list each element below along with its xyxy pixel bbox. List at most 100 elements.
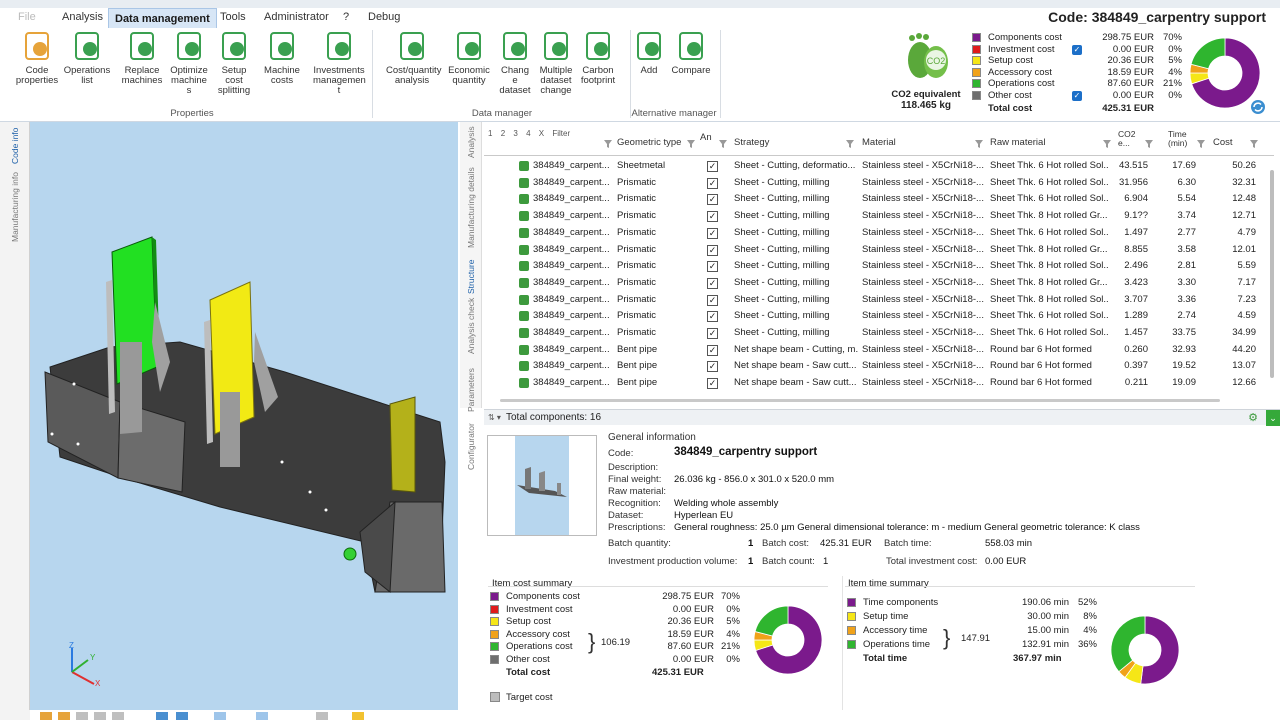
table-row[interactable]: 384849_carpent... Prismatic Sheet - Cuttin…	[484, 325, 1274, 342]
col-an[interactable]: An	[700, 132, 712, 143]
tab-analysis[interactable]: Analysis	[466, 126, 476, 158]
tab-analysis-check[interactable]: Analysis check	[466, 298, 476, 354]
carbon-footprint-button[interactable]: Carbon footprint	[572, 28, 624, 86]
camera-icon[interactable]	[316, 712, 328, 720]
operations-list-button[interactable]: Operations list	[61, 28, 113, 86]
batch-quantity-value[interactable]: 1	[748, 538, 753, 549]
table-row[interactable]: 384849_carpent... Prismatic Sheet - Cuttin…	[484, 275, 1274, 292]
refresh-icon[interactable]	[1249, 98, 1267, 116]
table-row[interactable]: 384849_carpent... Prismatic Sheet - Cuttin…	[484, 208, 1274, 225]
col-geometric-type[interactable]: Geometric type	[617, 137, 681, 148]
setup-cost-button[interactable]: Setup cost splitting	[208, 28, 260, 96]
filter-icon[interactable]	[1197, 140, 1205, 148]
col-material[interactable]: Material	[862, 137, 896, 148]
view-top-icon[interactable]	[76, 712, 88, 720]
table-row[interactable]: 384849_carpent... Prismatic Sheet - Cuttin…	[484, 175, 1274, 192]
level-2-button[interactable]: 2	[501, 129, 505, 138]
table-row[interactable]: 384849_carpent... Bent pipe Net shape beam…	[484, 342, 1274, 359]
table-row[interactable]: 384849_carpent... Prismatic Sheet - Cuttin…	[484, 292, 1274, 309]
filter-icon[interactable]	[1103, 140, 1111, 148]
tab-manufacturing-details[interactable]: Manufacturing details	[466, 167, 476, 248]
analysis-checkbox[interactable]: ✓	[707, 194, 718, 206]
analysis-checkbox[interactable]: ✓	[707, 261, 718, 273]
analysis-checkbox[interactable]: ✓	[707, 227, 718, 239]
measure-icon[interactable]	[256, 712, 268, 720]
analysis-checkbox[interactable]: ✓	[707, 344, 718, 356]
filter-icon[interactable]	[604, 140, 612, 148]
menu-analysis[interactable]: Analysis	[62, 11, 103, 23]
replace-machines-button[interactable]: Replace machines	[116, 28, 168, 86]
collapse-icon[interactable]: ⌄	[1266, 410, 1280, 426]
filter-icon[interactable]	[687, 140, 695, 148]
grid-scrollbar[interactable]	[1270, 170, 1274, 378]
section-icon[interactable]	[214, 712, 226, 720]
table-row[interactable]: 384849_carpent... Prismatic Sheet - Cuttin…	[484, 242, 1274, 259]
view-cube-icon[interactable]	[40, 712, 52, 720]
legend-checkbox[interactable]: ✓	[1072, 91, 1082, 101]
legend-checkbox[interactable]: ✓	[1072, 44, 1082, 55]
3d-viewport[interactable]: Z Y X	[30, 122, 458, 710]
investment-volume-value[interactable]: 1	[748, 556, 753, 567]
analysis-checkbox[interactable]: ✓	[707, 211, 718, 223]
settings-icon[interactable]: ⚙	[1248, 410, 1258, 426]
target-cost-label[interactable]: Target cost	[506, 692, 552, 703]
tab-code-info[interactable]: Code info	[10, 128, 20, 164]
table-row[interactable]: 384849_carpent... Prismatic Sheet - Cuttin…	[484, 191, 1274, 208]
analysis-checkbox[interactable]: ✓	[707, 361, 718, 373]
table-row[interactable]: 384849_carpent... Sheetmetal Sheet - Cutti…	[484, 158, 1274, 175]
expand-icon[interactable]: ⇅ ▾	[488, 410, 501, 426]
analysis-checkbox[interactable]: ✓	[707, 378, 718, 390]
filter-icon[interactable]	[1250, 140, 1258, 148]
shading-icon[interactable]	[156, 712, 168, 720]
view-front-icon[interactable]	[58, 712, 70, 720]
menu-administrator[interactable]: Administrator	[264, 11, 329, 23]
level-x-button[interactable]: X	[539, 129, 544, 138]
analysis-checkbox[interactable]: ✓	[707, 294, 718, 306]
table-row[interactable]: 384849_carpent... Prismatic Sheet - Cuttin…	[484, 308, 1274, 325]
col-strategy[interactable]: Strategy	[734, 137, 769, 148]
analysis-checkbox[interactable]: ✓	[707, 244, 718, 256]
tab-manufacturing-info[interactable]: Manufacturing info	[10, 172, 20, 242]
col-time[interactable]: Time (min)	[1168, 130, 1187, 148]
level-3-button[interactable]: 3	[513, 129, 517, 138]
table-row[interactable]: 384849_carpent... Prismatic Sheet - Cuttin…	[484, 225, 1274, 242]
view-side-icon[interactable]	[94, 712, 106, 720]
col-cost[interactable]: Cost	[1213, 137, 1233, 148]
grid-hscrollbar[interactable]	[500, 399, 1220, 402]
analysis-checkbox[interactable]: ✓	[707, 161, 718, 172]
level-1-button[interactable]: 1	[488, 129, 492, 138]
tab-parameters[interactable]: Parameters	[466, 368, 476, 412]
machine-costs-button[interactable]: Machine costs	[256, 28, 308, 86]
investments-button[interactable]: Investments managemen t	[313, 28, 366, 96]
level-4-button[interactable]: 4	[526, 129, 530, 138]
economic-quantity-button[interactable]: Economic quantity	[443, 28, 495, 86]
filter-button[interactable]: Filter	[552, 129, 570, 138]
filter-icon[interactable]	[719, 140, 727, 148]
table-row[interactable]: 384849_carpent... Prismatic Sheet - Cuttin…	[484, 258, 1274, 275]
analysis-checkbox[interactable]: ✓	[707, 277, 718, 289]
analysis-checkbox[interactable]: ✓	[707, 311, 718, 323]
wireframe-icon[interactable]	[176, 712, 188, 720]
filter-icon[interactable]	[1145, 140, 1153, 148]
tab-configurator[interactable]: Configurator	[466, 423, 476, 470]
cost-quantity-button[interactable]: Cost/quantity analysis	[386, 28, 441, 86]
cell-code: 384849_carpent...	[533, 343, 610, 355]
menu-data-management[interactable]: Data management	[108, 8, 217, 28]
table-row[interactable]: 384849_carpent... Bent pipe Net shape beam…	[484, 375, 1274, 392]
analysis-checkbox[interactable]: ✓	[707, 177, 718, 189]
table-row[interactable]: 384849_carpent... Bent pipe Net shape beam…	[484, 358, 1274, 375]
light-icon[interactable]	[352, 712, 364, 720]
col-co2[interactable]: CO2 e...	[1118, 130, 1135, 148]
code-properties-button[interactable]: Code properties	[11, 28, 63, 86]
menu-debug[interactable]: Debug	[368, 11, 400, 23]
tab-structure[interactable]: Structure	[466, 260, 476, 295]
menu-help[interactable]: ?	[343, 11, 349, 23]
filter-icon[interactable]	[975, 140, 983, 148]
menu-file[interactable]: File	[18, 11, 36, 23]
filter-icon[interactable]	[846, 140, 854, 148]
compare-button[interactable]: Compare	[665, 28, 717, 76]
view-iso-icon[interactable]	[112, 712, 124, 720]
menu-tools[interactable]: Tools	[220, 11, 246, 23]
col-raw-material[interactable]: Raw material	[990, 137, 1045, 148]
analysis-checkbox[interactable]: ✓	[707, 328, 718, 339]
